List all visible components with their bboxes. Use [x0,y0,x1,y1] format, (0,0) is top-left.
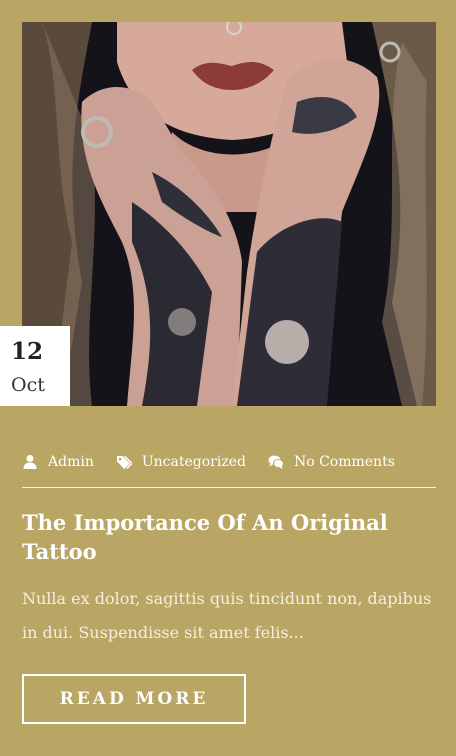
comments-link[interactable]: No Comments [294,454,395,470]
tags-icon [116,454,132,470]
date-badge: 12 Oct [0,326,70,406]
author-link[interactable]: Admin [48,454,94,470]
user-icon [22,454,38,470]
post-meta: Admin Uncategorized No Comments [22,450,436,474]
featured-image[interactable] [22,22,436,406]
date-month: Oct [11,374,45,396]
blog-post-card: 12 Oct Admin Uncategorized No Comments T… [0,0,456,756]
read-more-button[interactable]: READ MORE [22,674,246,724]
meta-divider [22,487,436,488]
meta-category: Uncategorized [116,454,246,470]
comments-icon [268,454,284,470]
meta-comments: No Comments [268,454,395,470]
post-title[interactable]: The Importance Of An Original Tattoo [22,508,422,566]
category-link[interactable]: Uncategorized [142,454,246,470]
meta-author: Admin [22,454,94,470]
date-day: 12 [11,338,44,365]
post-excerpt: Nulla ex dolor, sagittis quis tincidunt … [22,589,432,642]
